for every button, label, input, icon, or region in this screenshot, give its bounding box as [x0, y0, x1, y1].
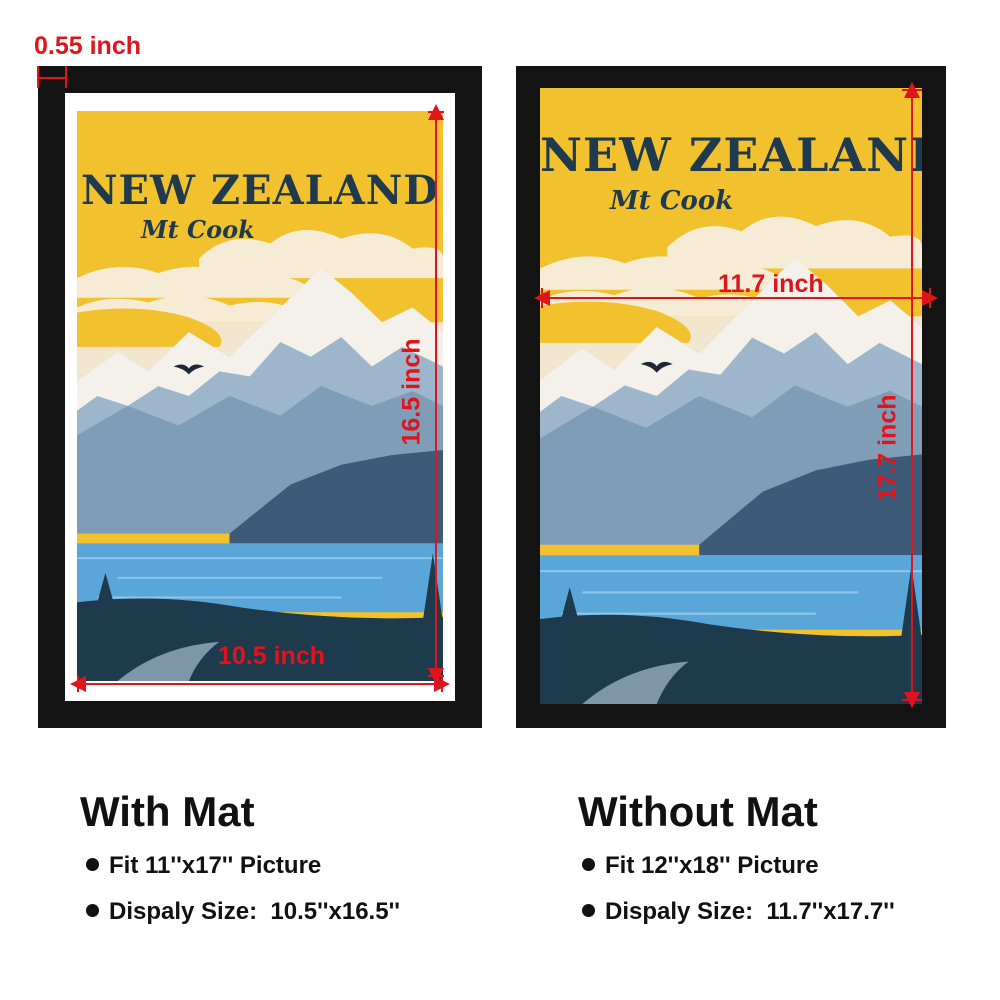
right-width-label: 11.7 inch	[718, 270, 824, 298]
mat-width-label: 0.55 inch	[34, 32, 141, 60]
without-mat-heading: Without Mat	[578, 788, 818, 835]
right-height-label: 17.7 inch	[873, 394, 902, 502]
poster-subtitle: Mt Cook	[610, 186, 734, 216]
bullet-icon	[86, 858, 99, 871]
poster-artwork: NEW ZEALAND Mt Cook	[77, 111, 443, 681]
mat: NEW ZEALAND Mt Cook	[65, 93, 455, 701]
left-width-label: 10.5 inch	[218, 642, 325, 670]
poster-title: NEW ZEALAND	[80, 167, 440, 214]
bullet-icon	[582, 904, 595, 917]
with-mat-display-size: Dispaly Size: 10.5''x16.5''	[86, 898, 400, 926]
without-mat-display-size: Dispaly Size: 11.7''x17.7''	[582, 898, 895, 926]
with-mat-fit: Fit 11''x17'' Picture	[86, 852, 321, 880]
poster-subtitle: Mt Cook	[141, 215, 255, 244]
with-mat-heading: With Mat	[80, 788, 255, 835]
bullet-icon	[582, 858, 595, 871]
poster-title: NEW ZEALAND	[540, 128, 922, 182]
bullet-icon	[86, 904, 99, 917]
left-height-label: 16.5 inch	[397, 338, 426, 446]
without-mat-fit: Fit 12''x18'' Picture	[582, 852, 819, 880]
poster-artwork: NEW ZEALAND Mt Cook	[540, 88, 922, 704]
